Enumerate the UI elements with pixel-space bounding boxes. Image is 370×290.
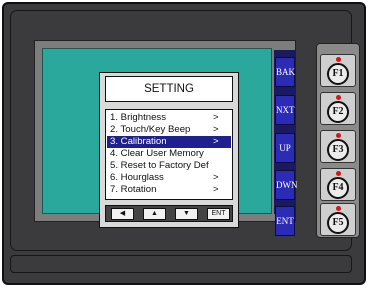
function-key-label: F4 — [327, 177, 349, 199]
menu-item-clear-user-memory[interactable]: 4. Clear User Memory — [107, 148, 231, 160]
menu-item-label: 5. Reset to Factory Def — [110, 160, 209, 171]
nav-up-button[interactable]: ▲ — [143, 208, 166, 220]
nav-left-button[interactable]: ◀ — [111, 208, 134, 220]
menu-item-hourglass[interactable]: 6. Hourglass > — [107, 172, 231, 184]
side-key-up[interactable]: UP — [275, 133, 295, 163]
triangle-up-icon: ▲ — [151, 210, 158, 217]
led-indicator-icon — [336, 57, 341, 62]
side-key-nxt[interactable]: NXT — [275, 95, 295, 125]
chevron-right-icon: > — [213, 172, 219, 183]
chevron-right-icon: > — [213, 136, 219, 147]
function-key-f4[interactable]: F4 — [320, 168, 356, 201]
menu-item-label: 1. Brightness — [110, 112, 166, 123]
function-key-f1[interactable]: F1 — [320, 54, 356, 87]
menu-item-label: 6. Hourglass — [110, 172, 164, 183]
menu-item-label: 4. Clear User Memory — [110, 148, 204, 159]
menu-item-calibration[interactable]: 3. Calibration > — [107, 136, 231, 148]
function-key-label: F1 — [327, 63, 349, 85]
function-key-f3[interactable]: F3 — [320, 130, 356, 163]
function-key-f2[interactable]: F2 — [320, 92, 356, 125]
chevron-right-icon: > — [213, 184, 219, 195]
side-key-dwn[interactable]: DWN — [275, 170, 298, 200]
menu-item-label: 2. Touch/Key Beep — [110, 124, 191, 135]
menu-item-rotation[interactable]: 7. Rotation > — [107, 184, 231, 196]
menu-item-reset-factory-default[interactable]: 5. Reset to Factory Def — [107, 160, 231, 172]
bezel-bottom-strip — [10, 255, 352, 273]
menu-item-label: 3. Calibration — [110, 136, 167, 147]
settings-menu: 1. Brightness > 2. Touch/Key Beep > 3. C… — [105, 109, 233, 200]
led-indicator-icon — [336, 206, 341, 211]
menu-item-label: 7. Rotation — [110, 184, 157, 195]
side-key-ent[interactable]: ENT — [275, 206, 295, 236]
chevron-right-icon: > — [213, 124, 219, 135]
led-indicator-icon — [336, 95, 341, 100]
triangle-down-icon: ▼ — [183, 210, 190, 217]
menu-item-touch-key-beep[interactable]: 2. Touch/Key Beep > — [107, 124, 231, 136]
led-indicator-icon — [336, 133, 341, 138]
function-key-label: F3 — [327, 139, 349, 161]
side-key-bak[interactable]: BAK — [275, 57, 295, 87]
function-key-label: F5 — [327, 212, 349, 234]
dialog-title: SETTING — [105, 76, 233, 102]
nav-enter-button[interactable]: ENT — [207, 208, 230, 220]
triangle-left-icon: ◀ — [119, 210, 126, 217]
nav-down-button[interactable]: ▼ — [175, 208, 198, 220]
chevron-right-icon: > — [213, 112, 219, 123]
function-key-label: F2 — [327, 101, 349, 123]
function-key-f5[interactable]: F5 — [320, 203, 356, 236]
menu-item-brightness[interactable]: 1. Brightness > — [107, 112, 231, 124]
led-indicator-icon — [336, 171, 341, 176]
